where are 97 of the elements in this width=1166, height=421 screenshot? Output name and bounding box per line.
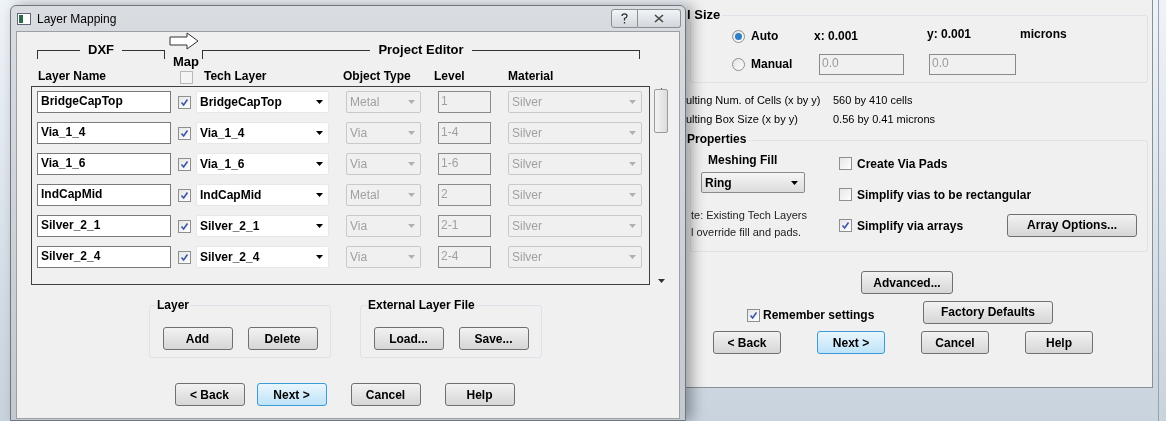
caret-icon	[408, 193, 415, 197]
caret-icon	[629, 255, 636, 259]
input-field[interactable]: Via_1_6	[37, 153, 171, 175]
column-header: Object Type	[343, 68, 412, 85]
radio-label: Manual	[751, 56, 793, 73]
scroll-down-icon	[657, 279, 665, 283]
column-header: Material	[508, 68, 554, 85]
radio-button[interactable]	[732, 29, 745, 43]
help-icon	[621, 13, 628, 24]
input-field[interactable]: Silver_2_4	[37, 246, 171, 268]
scrollbar[interactable]	[653, 86, 669, 285]
caret-icon	[629, 224, 636, 228]
dropdown[interactable]: Via_1_4	[196, 122, 329, 144]
y-reading: y: 0.001	[927, 26, 973, 43]
help-button[interactable]	[611, 9, 638, 28]
field-label: Meshing Fill	[708, 152, 779, 169]
dropdown[interactable]: Silver_2_4	[196, 246, 329, 268]
button[interactable]: Delete	[247, 327, 318, 350]
caret-icon	[629, 131, 636, 135]
checkbox[interactable]	[178, 126, 191, 140]
button[interactable]: Help	[444, 383, 515, 406]
input-field[interactable]: Silver_2_1	[37, 215, 171, 237]
caret-icon	[408, 255, 415, 259]
window-icon	[17, 12, 31, 25]
input-field[interactable]: BridgeCapTop	[37, 91, 171, 113]
button[interactable]: Cancel	[921, 331, 989, 354]
input-field[interactable]: IndCapMid	[37, 184, 171, 206]
result-value: 560 by 410 cells	[833, 93, 913, 106]
dropdown[interactable]: Via_1_6	[196, 153, 329, 175]
map-heading: Map	[173, 55, 199, 69]
caret-icon	[408, 162, 415, 166]
button[interactable]: Cancel	[350, 383, 421, 406]
checkbox[interactable]	[839, 157, 852, 170]
factory-defaults-button[interactable]: Factory Defaults	[923, 300, 1053, 324]
column-header: Tech Layer	[204, 68, 268, 85]
button[interactable]: Load...	[373, 327, 444, 350]
checkbox[interactable]	[178, 250, 191, 264]
dropdown[interactable]: Ring	[701, 172, 805, 193]
button[interactable]: Next >	[256, 383, 327, 406]
checkbox[interactable]	[839, 219, 852, 232]
caret-icon	[316, 162, 323, 166]
checkbox[interactable]	[178, 219, 191, 233]
window-title: Layer Mapping	[37, 10, 117, 28]
checkbox-label: Create Via Pads	[857, 155, 948, 173]
checkbox[interactable]	[178, 157, 191, 171]
scroll-thumb[interactable]	[654, 88, 668, 133]
button[interactable]: Help	[1025, 331, 1093, 354]
caret-icon	[408, 131, 415, 135]
group-title: External Layer File	[367, 298, 476, 312]
checkbox[interactable]	[178, 188, 191, 202]
note-text: l override fill and pads.	[691, 225, 803, 240]
arrow-icon	[169, 32, 199, 50]
caret-icon	[629, 100, 636, 104]
caret-icon	[629, 193, 636, 197]
note-text: te: Existing Tech Layers	[691, 208, 808, 223]
units-label: microns	[1020, 26, 1067, 43]
checkbox-label: Simplify via arrays	[857, 217, 964, 235]
dropdown[interactable]: IndCapMid	[196, 184, 329, 206]
caret-icon	[408, 100, 415, 104]
array-options-button[interactable]: Array Options...	[1007, 213, 1138, 237]
result-value: 0.56 by 0.41 microns	[833, 112, 936, 125]
button[interactable]: Save...	[458, 327, 529, 350]
group-title: Properties	[687, 132, 749, 147]
group-title: Layer	[156, 298, 191, 312]
checkbox[interactable]	[747, 308, 760, 322]
checkbox[interactable]	[178, 95, 191, 109]
project-editor-heading: Project Editor	[370, 42, 472, 58]
close-icon	[654, 14, 664, 23]
input-field[interactable]: Via_1_4	[37, 122, 171, 144]
close-button[interactable]	[638, 9, 681, 28]
caret-icon	[316, 131, 323, 135]
caret-icon	[316, 255, 323, 259]
caret-icon	[629, 162, 636, 166]
dropdown[interactable]: BridgeCapTop	[196, 91, 329, 113]
x-reading: x: 0.001	[814, 28, 860, 45]
button[interactable]: < Back	[713, 331, 781, 354]
button[interactable]: Next >	[817, 331, 885, 354]
caret-icon	[316, 193, 323, 197]
checkbox[interactable]	[839, 188, 852, 201]
column-header: Layer Name	[38, 68, 108, 85]
checkbox[interactable]	[179, 71, 193, 84]
radio-button[interactable]	[732, 57, 745, 71]
radio-label: Auto	[751, 28, 779, 45]
result-label: ulting Num. of Cells (x by y)	[686, 93, 822, 106]
advanced-button[interactable]: Advanced...	[861, 271, 953, 294]
caret-icon	[408, 224, 415, 228]
caret-icon	[316, 100, 323, 104]
result-label: ulting Box Size (x by y)	[686, 112, 799, 125]
caret-icon	[791, 180, 798, 185]
button[interactable]: Add	[162, 327, 233, 350]
column-header: Level	[434, 68, 466, 85]
dropdown[interactable]: Silver_2_1	[196, 215, 329, 237]
checkbox-label: Simplify vias to be rectangular	[857, 186, 1032, 204]
group-title: l Size	[687, 7, 723, 22]
checkbox-label: Remember settings	[763, 307, 876, 324]
caret-icon	[316, 224, 323, 228]
button[interactable]: < Back	[174, 383, 245, 406]
